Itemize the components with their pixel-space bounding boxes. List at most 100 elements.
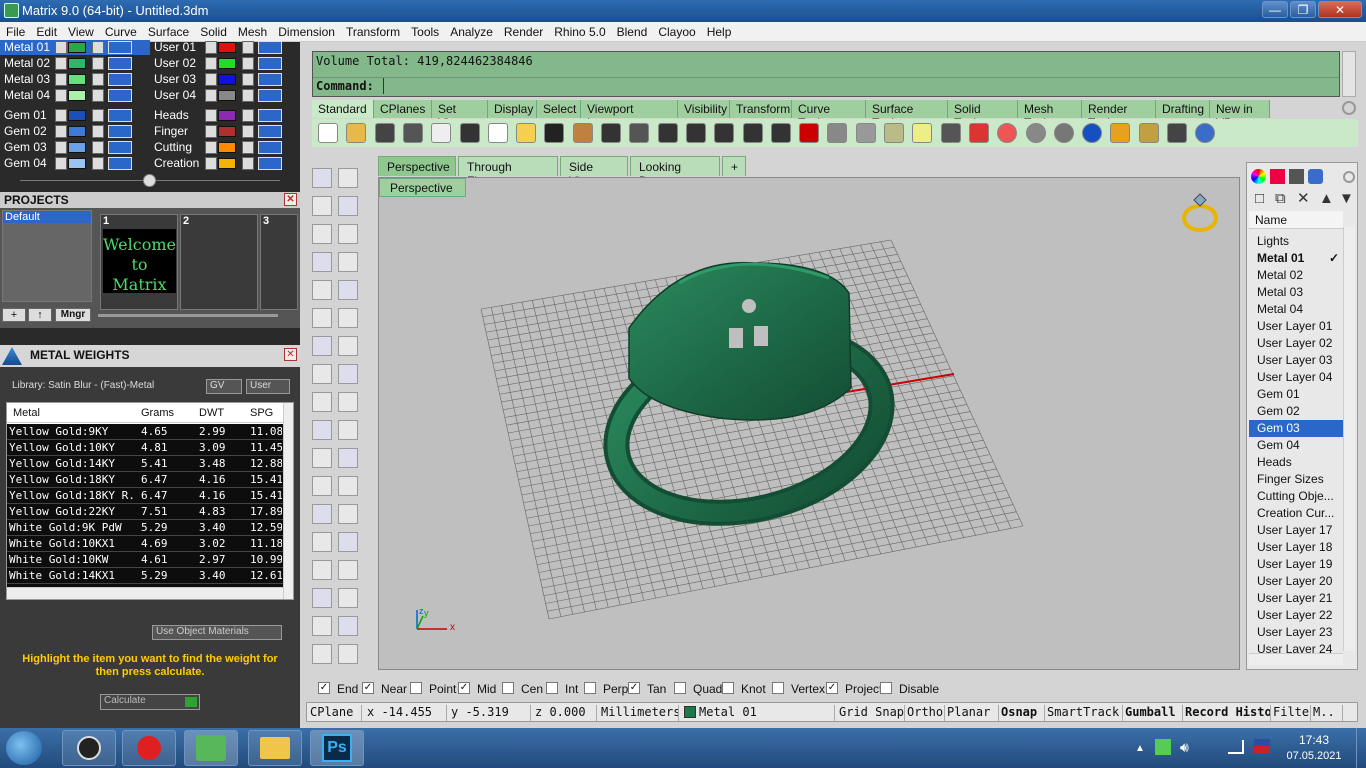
tab-select[interactable]: Select [537,100,581,118]
layer-item[interactable]: User Layer 23 [1249,624,1343,641]
osnap-checkbox[interactable] [880,682,892,694]
select-tool-icon[interactable] [312,168,332,188]
color-wheel-icon[interactable] [1251,169,1266,184]
calculate-button[interactable]: Calculate [100,694,200,710]
close-icon[interactable]: ✕ [284,193,297,206]
menu-file[interactable]: File [0,22,30,39]
menu-transform[interactable]: Transform [340,22,405,39]
menu-analyze[interactable]: Analyze [444,22,498,39]
menu-render[interactable]: Render [498,22,548,39]
array-tool-icon[interactable] [312,532,332,552]
zoom-window-icon[interactable] [629,123,650,143]
command-scrollbar[interactable] [1342,51,1356,97]
gear-icon[interactable] [1343,171,1355,183]
layer-row[interactable]: Gem 02 [0,124,150,139]
visibility-toggle[interactable] [258,57,282,70]
car-icon[interactable] [799,123,820,143]
new-icon[interactable] [318,123,338,143]
close-button[interactable]: ✕ [1318,1,1362,18]
lock-icon[interactable] [242,41,254,54]
visibility-toggle[interactable] [258,73,282,86]
layer-color-swatch[interactable] [218,90,236,101]
layer-item[interactable]: User Layer 04 [1249,369,1343,386]
osnap-label-int[interactable]: Int [565,682,578,696]
viewport-tab-perspective[interactable]: Perspective [378,156,456,176]
osnap-checkbox[interactable] [674,682,686,694]
expand-icon[interactable] [55,157,67,170]
extrude-tool-icon[interactable] [338,308,358,328]
layer-item[interactable]: User Layer 17 [1249,522,1343,539]
surface-tool-icon[interactable] [312,308,332,328]
layer-color-swatch[interactable] [218,110,236,121]
col-metal[interactable]: Metal [13,407,40,419]
print-icon[interactable] [402,123,423,143]
box-tool-icon[interactable] [312,336,332,356]
yandex-icon[interactable] [122,730,176,766]
expand-icon[interactable] [205,73,217,86]
layer-item[interactable]: Lights [1249,233,1343,250]
user-toggle[interactable]: User [246,379,290,394]
lock-icon[interactable] [242,109,254,122]
layer-row[interactable]: User 02 [150,56,290,71]
layer-color-swatch[interactable] [68,90,86,101]
matrix-icon[interactable] [184,730,238,766]
expand-icon[interactable] [55,125,67,138]
layer-color-swatch[interactable] [218,42,236,53]
osnap-label-point[interactable]: Point [429,682,456,696]
snap-icon[interactable] [1167,123,1187,143]
volume-icon[interactable]: 🔊︎ [1180,739,1189,756]
lock-icon[interactable] [242,125,254,138]
expand-icon[interactable] [55,109,67,122]
render-sphere-icon[interactable] [1025,123,1046,143]
layer-color-swatch[interactable] [218,74,236,85]
layer-item[interactable]: User Layer 21 [1249,590,1343,607]
layer-color-swatch[interactable] [68,74,86,85]
name-column-header[interactable]: Name [1249,211,1343,229]
layer-item[interactable]: Gem 04 [1249,437,1343,454]
point-tool-icon[interactable] [338,168,358,188]
tab-new-in-v5[interactable]: New in V5 [1210,100,1270,130]
viewport-tab-side-view[interactable]: Side View [560,156,628,188]
layer-color-swatch[interactable] [68,58,86,69]
boolean-tool-icon[interactable] [312,448,332,468]
layer-color-swatch[interactable] [218,126,236,137]
lock-icon[interactable] [940,123,961,143]
close-icon[interactable]: ✕ [284,348,297,361]
expand-icon[interactable] [205,125,217,138]
four-viewports-icon[interactable] [770,123,791,143]
layer-item[interactable]: Metal 02 [1249,267,1343,284]
layer-row[interactable]: Finger [150,124,290,139]
expand-icon[interactable] [205,141,217,154]
layer-item[interactable]: User Layer 22 [1249,607,1343,624]
new-layer-icon[interactable]: □ [1255,191,1264,207]
mngr-button[interactable]: Mngr [55,308,91,322]
trim-tool-icon[interactable] [312,420,332,440]
save-icon[interactable] [374,123,395,143]
gv-toggle[interactable]: GV [206,379,242,394]
osnap-checkbox[interactable] [584,682,596,694]
dimension-tool-icon[interactable] [338,504,358,524]
visibility-toggle[interactable] [108,57,132,70]
osnap-label-knot[interactable]: Knot [741,682,766,696]
visibility-toggle[interactable] [258,89,282,102]
cylinder-tool-icon[interactable] [312,364,332,384]
tab-cplanes[interactable]: CPlanes [374,100,432,118]
tab-viewport-layout[interactable]: Viewport Layout [581,100,678,130]
expand-icon[interactable] [205,57,217,70]
layer-color-swatch[interactable] [218,158,236,169]
project-thumb-1[interactable]: 1 Welcome to Matrix [100,214,178,310]
table-row[interactable]: Yellow Gold:18KY 6.47 4.16 15.41 [7,472,283,488]
ellipse-tool-icon[interactable] [338,224,358,244]
arc-tool-icon[interactable] [312,252,332,272]
materials-icon[interactable] [968,123,989,143]
osnap-checkbox[interactable]: ✓ [628,682,640,694]
lock-icon[interactable] [242,73,254,86]
photoshop-icon[interactable]: Ps [310,730,364,766]
circle-tool-icon[interactable] [312,224,332,244]
tab-curve-tools[interactable]: Curve Tools [792,100,866,130]
current-layer[interactable]: Metal 01 [699,705,835,721]
tab-drafting[interactable]: Drafting [1156,100,1210,118]
tab-mesh-tools[interactable]: Mesh Tools [1018,100,1082,130]
tab-visibility[interactable]: Visibility [678,100,730,118]
layer-row[interactable]: Metal 01 [0,40,150,55]
